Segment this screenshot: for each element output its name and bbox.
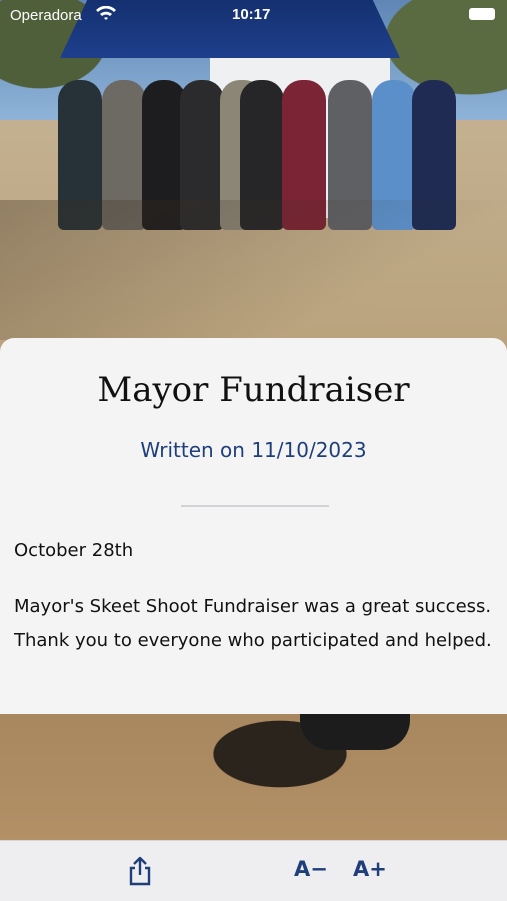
status-bar: Operadora 10:17	[0, 0, 507, 30]
article-subheading: October 28th	[14, 540, 134, 561]
photo-shadow	[0, 200, 507, 340]
divider	[181, 505, 329, 507]
photo-vehicle	[300, 714, 410, 750]
clock: 10:17	[232, 6, 271, 23]
article-date: Written on 11/10/2023	[140, 438, 367, 462]
article-title: Mayor Fundraiser	[97, 370, 410, 410]
article-body: Mayor's Skeet Shoot Fundraiser was a gre…	[14, 596, 492, 651]
photo-ground	[0, 714, 507, 840]
decrease-font-button[interactable]: A−	[294, 857, 328, 881]
bottom-toolbar: A− A+	[0, 840, 507, 901]
wifi-icon	[96, 6, 116, 20]
carrier-label: Operadora	[10, 7, 82, 24]
share-icon[interactable]	[124, 855, 156, 887]
increase-font-button[interactable]: A+	[353, 857, 387, 881]
battery-icon	[469, 8, 495, 20]
